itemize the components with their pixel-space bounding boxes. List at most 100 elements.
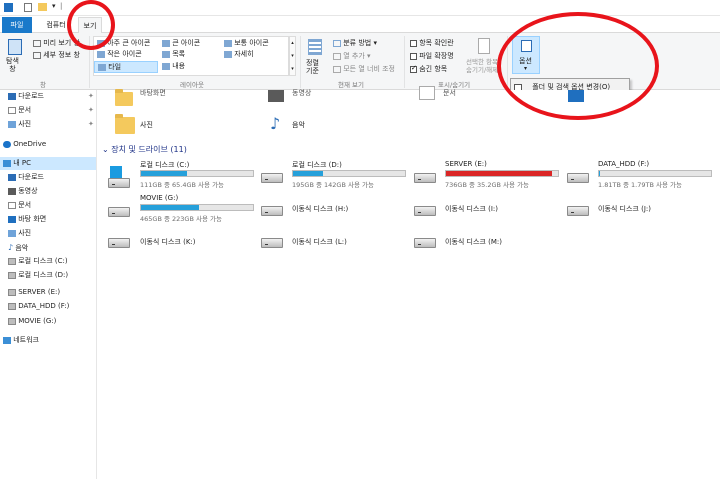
layout-tiles[interactable]: 타일: [94, 61, 158, 73]
qat-dropdown-icon[interactable]: ▾: [52, 2, 56, 10]
layout-medium[interactable]: 보통 아이콘: [224, 38, 269, 48]
chevron-down-icon: ⌄: [102, 145, 109, 154]
new-folder-icon[interactable]: [38, 3, 47, 11]
add-column-button[interactable]: 열 추가 ▾: [333, 51, 371, 61]
window-title-separator: |: [60, 2, 63, 10]
onedrive-icon: [3, 140, 11, 148]
nav-item-videos[interactable]: 동영상: [0, 185, 96, 198]
folder-documents-label[interactable]: 문서: [443, 88, 456, 98]
videos-icon: [8, 187, 16, 195]
drive-usage-bar: [140, 204, 254, 211]
window-icon: [4, 3, 13, 12]
tab-file[interactable]: 파일: [2, 17, 32, 33]
fit-columns-icon: [333, 65, 341, 73]
file-extensions-toggle[interactable]: 파일 확장명: [410, 51, 454, 61]
properties-icon[interactable]: [24, 3, 32, 12]
hidden-items-checkbox[interactable]: [410, 64, 417, 73]
layout-list[interactable]: 목록: [162, 49, 185, 59]
medium-icons-icon: [224, 39, 232, 47]
layout-scroll[interactable]: ▴ ▾ ▾: [289, 36, 296, 76]
hide-selected-icon[interactable]: [478, 38, 490, 54]
nav-item-drive-f[interactable]: DATA_HDD (F:): [0, 300, 96, 313]
nav-item-drive-c[interactable]: 로컬 디스크 (C:): [0, 255, 96, 268]
folder-videos-label[interactable]: 동영상: [292, 88, 311, 98]
list-icon: [162, 50, 170, 58]
drive-usage-bar: [598, 170, 712, 177]
folder-desktop-label[interactable]: 바탕화면: [140, 88, 166, 98]
drive-icon: [8, 288, 16, 296]
item-checkboxes-checkbox[interactable]: [410, 39, 417, 47]
group-label-current-view: 현재 보기: [338, 81, 364, 89]
file-extensions-checkbox[interactable]: [410, 52, 417, 60]
drive-usage-bar: [140, 170, 254, 177]
music-folder-icon[interactable]: ♪: [270, 115, 286, 133]
tiles-icon: [98, 63, 106, 71]
folder-music-label[interactable]: 음악: [292, 120, 305, 130]
preview-pane-icon: [33, 39, 41, 47]
drive-icon: [8, 271, 16, 279]
removable-disk-icon: [261, 206, 283, 216]
nav-pane-button[interactable]: 탐색 창: [6, 57, 19, 73]
nav-item-drive-d[interactable]: 로컬 디스크 (D:): [0, 269, 96, 282]
nav-item-downloads[interactable]: 다운로드: [0, 171, 96, 184]
drive-size: 195GB 중 142GB 사용 가능: [292, 181, 374, 189]
hide-selected-button[interactable]: 선택한 항목 숨기기/해제: [466, 58, 498, 74]
drive-icon: [8, 257, 16, 265]
content-area: 바탕화면 동영상 문서 사진 ♪ 음악 ⌄ 장치 및 드라이브 (11) 로컬 …: [98, 86, 720, 479]
removable-disk-icon: [261, 238, 283, 248]
layout-large[interactable]: 큰 아이콘: [162, 38, 200, 48]
sort-button[interactable]: 정렬 기준: [306, 59, 319, 75]
nav-item-documents[interactable]: 문서: [0, 199, 96, 212]
hdd-icon: [261, 173, 283, 183]
small-icons-icon: [97, 50, 105, 58]
removable-disk-icon: [414, 206, 436, 216]
nav-item-drive-e[interactable]: SERVER (E:): [0, 286, 96, 299]
nav-item-music[interactable]: ♪ 음악: [0, 241, 96, 254]
layout-content[interactable]: 내용: [162, 61, 185, 71]
layout-small[interactable]: 작은 아이콘: [97, 49, 142, 59]
group-by-icon: [333, 39, 341, 47]
pin-icon: ✦: [88, 120, 94, 128]
documents-folder-icon: [419, 86, 435, 100]
hdd-icon: [108, 178, 130, 188]
drive-name: 이동식 디스크 (L:): [292, 238, 347, 246]
nav-item-onedrive[interactable]: OneDrive: [0, 138, 96, 151]
fit-columns-button[interactable]: 모든 열 너비 조정: [333, 64, 395, 74]
nav-item-drive-g[interactable]: MOVIE (G:): [0, 315, 96, 328]
music-icon: ♪: [8, 243, 14, 252]
drive-name: DATA_HDD (F:): [598, 160, 650, 168]
hdd-icon: [414, 173, 436, 183]
downloads-icon: [8, 92, 16, 100]
nav-item-pictures-quick[interactable]: 사진 ✦: [0, 118, 96, 131]
drive-usage-fill: [599, 171, 601, 176]
section-header-devices[interactable]: ⌄ 장치 및 드라이브 (11): [102, 144, 187, 155]
nav-item-this-pc[interactable]: 내 PC: [0, 157, 96, 170]
group-by-button[interactable]: 분류 방법 ▾: [333, 38, 377, 48]
item-checkboxes-toggle[interactable]: 항목 확인란: [410, 38, 454, 48]
drive-size: 1.81TB 중 1.79TB 사용 가능: [598, 181, 682, 189]
nav-item-network[interactable]: 네트워크: [0, 334, 96, 347]
nav-item-downloads-quick[interactable]: 다운로드 ✦: [0, 90, 96, 103]
removable-disk-icon: [108, 238, 130, 248]
windows-logo-icon: [110, 166, 122, 178]
pictures-folder-icon[interactable]: [115, 114, 135, 134]
nav-item-pictures[interactable]: 사진: [0, 227, 96, 240]
sort-icon[interactable]: [308, 39, 322, 55]
group-separator: [404, 36, 405, 88]
layout-details[interactable]: 자세히: [224, 49, 254, 59]
drive-name: 로컬 디스크 (C:): [140, 161, 190, 169]
folder-pictures-label[interactable]: 사진: [140, 120, 153, 130]
navigation-pane: 다운로드 ✦ 문서 ✦ 사진 ✦ OneDrive 내 PC 다운로드 동영상 문서 …: [0, 90, 97, 479]
drive-name: 이동식 디스크 (I:): [445, 205, 498, 213]
details-pane-button[interactable]: 세부 정보 창: [33, 50, 80, 60]
group-label-layout: 레이아웃: [180, 81, 204, 89]
drive-name: MOVIE (G:): [140, 194, 179, 202]
drive-name: 이동식 디스크 (H:): [292, 205, 349, 213]
hidden-items-toggle[interactable]: 숨긴 항목: [410, 64, 447, 74]
drive-size: 465GB 중 223GB 사용 가능: [140, 215, 222, 223]
drive-usage-bar: [445, 170, 559, 177]
downloads-icon: [8, 173, 16, 181]
nav-item-desktop[interactable]: 바탕 화면: [0, 213, 96, 226]
nav-pane-icon[interactable]: [8, 39, 22, 55]
nav-item-documents-quick[interactable]: 문서 ✦: [0, 104, 96, 117]
